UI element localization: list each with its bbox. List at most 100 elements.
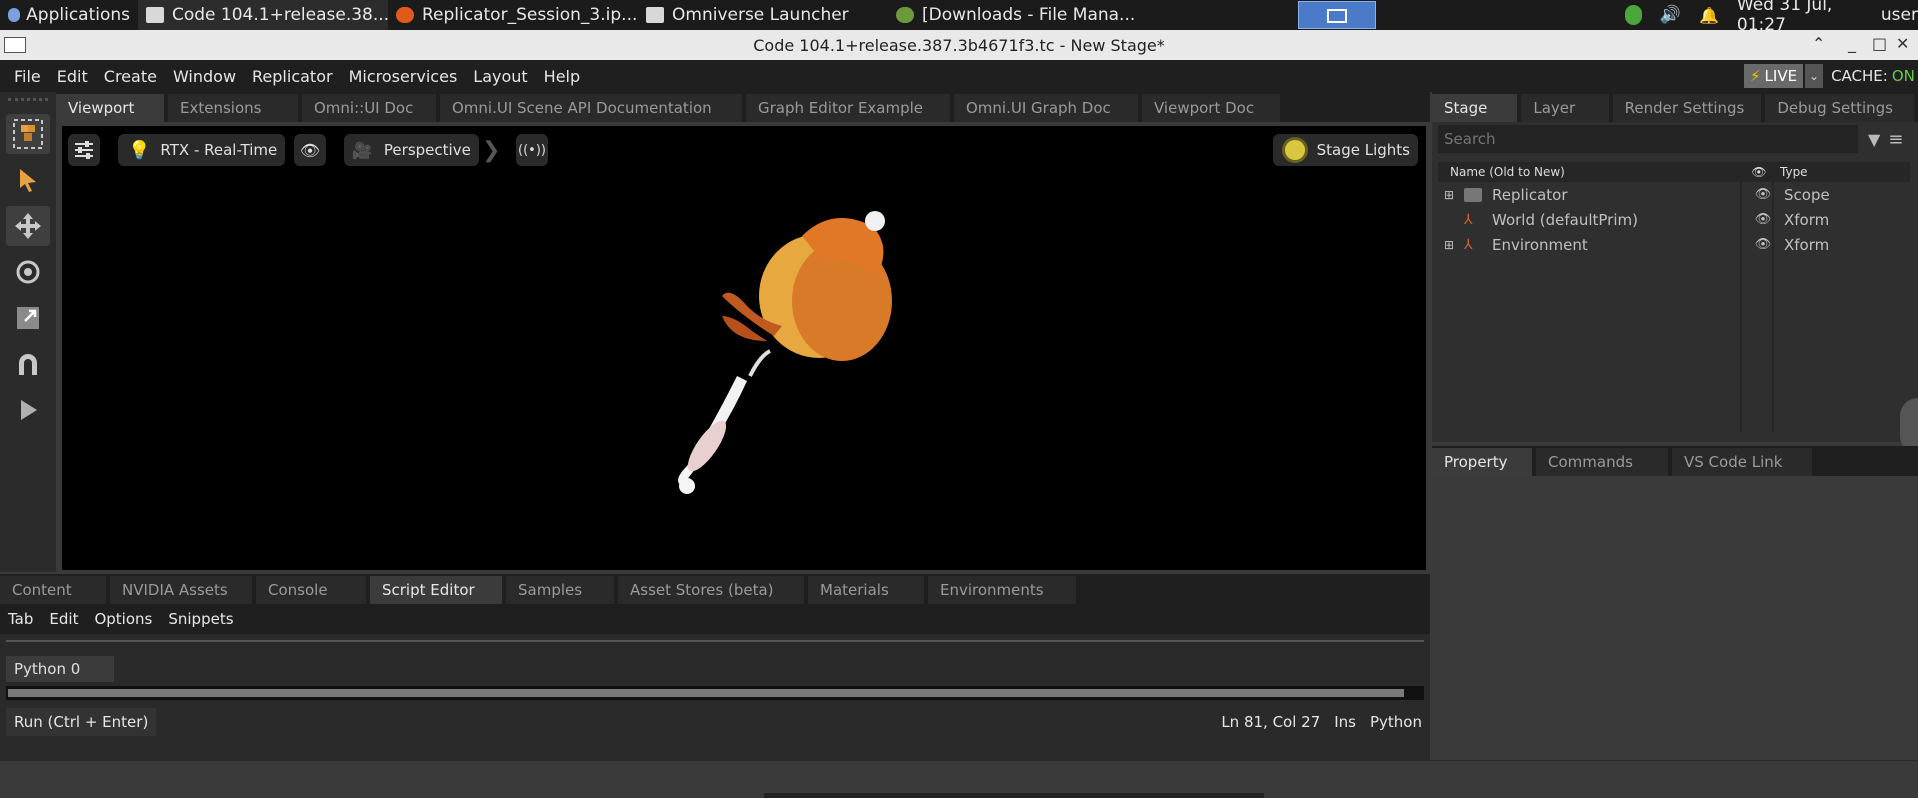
live-button[interactable]: ⚡ LIVE — [1744, 64, 1804, 88]
taskbar-window-launcher[interactable]: Omniverse Launcher — [638, 0, 888, 30]
select-tool-button[interactable] — [6, 160, 50, 200]
viewport-settings-button[interactable] — [68, 134, 100, 166]
tab-commands[interactable]: Commands — [1536, 448, 1668, 476]
taskbar-window-downloads[interactable]: [Downloads - File Mana... — [888, 0, 1138, 30]
workspace-switcher[interactable] — [1298, 1, 1376, 29]
tab-omni-ui-doc[interactable]: Omni::UI Doc — [302, 94, 436, 122]
stage-lights-button[interactable]: Stage Lights — [1272, 134, 1418, 166]
user-menu[interactable]: user — [1881, 5, 1918, 25]
tab-property[interactable]: Property — [1432, 448, 1532, 476]
orange-bird-model[interactable] — [722, 211, 892, 361]
snap-tool-button[interactable] — [6, 344, 50, 384]
scale-tool-button[interactable] — [6, 298, 50, 338]
close-icon[interactable]: ✕ — [1896, 34, 1909, 53]
expand-icon[interactable]: ⊞ — [1444, 188, 1460, 202]
tab-debug-settings[interactable]: Debug Settings — [1765, 94, 1915, 122]
script-menu-snippets[interactable]: Snippets — [160, 610, 241, 628]
menu-window[interactable]: Window — [165, 60, 244, 92]
notification-icon[interactable]: 🔔 — [1699, 6, 1719, 25]
live-dropdown-chevron-icon[interactable]: ⌄ — [1805, 64, 1824, 88]
tab-viewport-doc[interactable]: Viewport Doc — [1142, 94, 1280, 122]
play-button[interactable] — [6, 390, 50, 430]
stage-search-row: ▼ ≡ — [1432, 122, 1918, 156]
tab-render-settings[interactable]: Render Settings — [1612, 94, 1762, 122]
menu-file[interactable]: File — [6, 60, 49, 92]
menu-layout[interactable]: Layout — [465, 60, 535, 92]
tab-omni-ui-scene-api[interactable]: Omni.UI Scene API Documentation — [440, 94, 742, 122]
pointer-icon — [20, 169, 36, 192]
col-type-header[interactable]: Type — [1774, 165, 1808, 179]
session-tabbar: Python 0 — [0, 656, 1430, 682]
tab-omni-ui-graph-doc[interactable]: Omni.UI Graph Doc — [954, 94, 1138, 122]
bottom-tabbar: Content NVIDIA Assets Console Script Edi… — [0, 574, 1430, 604]
rotate-tool-button[interactable] — [6, 252, 50, 292]
visibility-header-eye-icon[interactable]: 👁 — [1744, 165, 1774, 179]
stage-search-input[interactable] — [1438, 125, 1858, 153]
move-icon — [15, 213, 41, 239]
sun-icon — [1284, 140, 1305, 160]
tab-console[interactable]: Console — [256, 576, 366, 604]
tab-vs-code-link[interactable]: VS Code Link — [1672, 448, 1812, 476]
horizontal-scrollbar[interactable] — [6, 686, 1424, 700]
tab-layer[interactable]: Layer — [1521, 94, 1609, 122]
tab-script-editor[interactable]: Script Editor — [370, 576, 502, 604]
menu-edit[interactable]: Edit — [49, 60, 96, 92]
viewport-tabbar: Viewport Extensions Omni::UI Doc Omni.UI… — [56, 92, 1430, 122]
col-name-header[interactable]: Name (Old to New) — [1438, 165, 1744, 179]
script-menu-options[interactable]: Options — [86, 610, 160, 628]
applications-menu[interactable]: Applications — [0, 0, 138, 30]
tab-python-0[interactable]: Python 0 — [6, 656, 114, 682]
collapse-icon[interactable]: ⌃ — [1812, 34, 1825, 53]
tree-row-replicator[interactable]: ⊞ Replicator 👁 Scope — [1438, 182, 1910, 207]
tab-nvidia-assets[interactable]: NVIDIA Assets — [110, 576, 252, 604]
resize-handle[interactable] — [764, 793, 1264, 798]
menu-microservices[interactable]: Microservices — [341, 60, 466, 92]
minimize-icon[interactable]: _ — [1848, 34, 1856, 53]
firefox-icon — [396, 7, 414, 23]
tab-environments[interactable]: Environments — [928, 576, 1076, 604]
tab-samples[interactable]: Samples — [506, 576, 614, 604]
rotate-icon — [16, 260, 40, 284]
taskbar-window-code[interactable]: Code 104.1+release.38... — [138, 0, 388, 30]
scrollbar-thumb[interactable] — [8, 689, 1404, 697]
stage-tree: Name (Old to New) 👁 Type ⊞ Replicator 👁 … — [1438, 162, 1910, 432]
cache-status[interactable]: ON — [1892, 67, 1915, 85]
stage-panel: Stage Layer Render Settings Debug Settin… — [1432, 92, 1918, 454]
menu-create[interactable]: Create — [96, 60, 165, 92]
broadcast-button[interactable]: ((•)) — [516, 134, 548, 166]
renderer-button[interactable]: 💡 RTX - Real-Time — [118, 134, 286, 166]
tab-graph-editor-example[interactable]: Graph Editor Example — [746, 94, 950, 122]
script-status-bar: Run (Ctrl + Enter) Ln 81, Col 27 Ins Pyt… — [0, 706, 1430, 738]
scene-objects[interactable] — [602, 166, 1002, 496]
window-menu-icon[interactable] — [4, 37, 26, 53]
tab-stage[interactable]: Stage — [1432, 94, 1518, 122]
tab-content[interactable]: Content — [0, 576, 106, 604]
tree-row-environment[interactable]: ⊞ ⅄ Environment 👁 Xform — [1438, 232, 1910, 257]
white-rabbit-model[interactable] — [678, 349, 772, 494]
script-menu-tab[interactable]: Tab — [0, 610, 41, 628]
move-tool-button[interactable] — [6, 206, 50, 246]
tab-viewport[interactable]: Viewport — [56, 94, 164, 122]
filter-icon[interactable]: ▼ — [1868, 130, 1880, 149]
tab-extensions[interactable]: Extensions — [168, 94, 298, 122]
menu-icon[interactable]: ≡ — [1888, 129, 1903, 150]
select-mode-button[interactable] — [6, 114, 50, 154]
toolbar-grip[interactable] — [8, 98, 48, 108]
maximize-icon[interactable]: □ — [1872, 34, 1887, 53]
camera-button[interactable]: 🎥 Perspective — [344, 134, 479, 166]
tab-asset-stores[interactable]: Asset Stores (beta) — [618, 576, 804, 604]
tab-materials[interactable]: Materials — [808, 576, 924, 604]
visibility-button[interactable]: 👁 — [294, 134, 326, 166]
cache-label: CACHE: — [1831, 67, 1888, 85]
volume-icon[interactable]: 🔊 — [1660, 5, 1681, 25]
menu-items: File Edit Create Window Replicator Micro… — [0, 60, 588, 92]
menu-replicator[interactable]: Replicator — [244, 60, 341, 92]
network-icon[interactable] — [1625, 5, 1642, 25]
tree-row-world[interactable]: ⅄ World (defaultPrim) 👁 Xform — [1438, 207, 1910, 232]
script-menu-edit[interactable]: Edit — [41, 610, 86, 628]
menu-help[interactable]: Help — [536, 60, 588, 92]
taskbar-window-firefox[interactable]: Replicator_Session_3.ip... — [388, 0, 638, 30]
viewport[interactable]: 💡 RTX - Real-Time 👁 🎥 Perspective ❯ ((•)… — [62, 126, 1426, 570]
run-button[interactable]: Run (Ctrl + Enter) — [6, 708, 157, 736]
expand-icon[interactable]: ⊞ — [1444, 238, 1460, 252]
